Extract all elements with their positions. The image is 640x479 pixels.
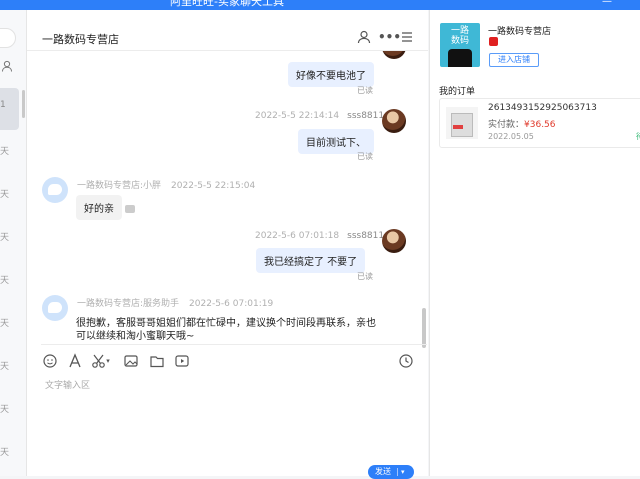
read-status: 已读 <box>357 152 373 161</box>
search-box[interactable] <box>0 28 16 48</box>
conversation-item[interactable]: 天 <box>0 230 9 243</box>
message-bubble: 我已经搞定了 不要了 <box>256 248 366 273</box>
order-status: 待 <box>636 131 640 142</box>
send-button-label: 发送 <box>375 467 391 476</box>
read-status: 已读 <box>357 86 373 95</box>
conversation-item-label: 1 <box>0 100 6 110</box>
chevron-down-icon[interactable]: ▾ <box>104 353 112 369</box>
window-titlebar: 阿里旺旺-买家聊天工具 — <box>0 0 640 10</box>
tmall-cat-icon <box>448 49 472 67</box>
shop-panel: 一路 数码 一路数码专营店 进入店铺 我的订单 26134931529250637… <box>429 10 640 476</box>
avatar <box>382 229 406 253</box>
order-card[interactable]: 2613493152925063713 实付款：¥36.56 2022.05.0… <box>439 98 640 148</box>
shop-name: 一路数码专营店 <box>488 27 552 37</box>
send-divider <box>397 468 398 476</box>
profile-icon[interactable] <box>357 30 371 44</box>
message-bubble: 很抱歉，客服哥哥姐姐们都在忙碌中，建议换个时间段再联系，亲也 可以继续和淘小蜜聊… <box>68 312 384 348</box>
order-date: 2022.05.05 <box>488 132 534 141</box>
read-status: 已读 <box>357 272 373 281</box>
conversation-item[interactable]: 天 <box>0 187 9 200</box>
message-time: 2022-5-6 07:01:19 <box>189 299 274 309</box>
conversation-item[interactable]: 天 <box>0 273 9 286</box>
message-input[interactable]: 文字输入区 <box>45 378 90 391</box>
paid-label: 实付款： <box>488 120 525 130</box>
message-sender: 一路数码专营店:小胖 <box>77 181 162 191</box>
paid-amount: ¥36.56 <box>524 120 556 130</box>
menu-icon[interactable] <box>400 30 414 44</box>
conversation-item[interactable]: 天 <box>0 402 9 415</box>
enter-shop-button[interactable]: 进入店铺 <box>489 53 539 67</box>
message-meta: 一路数码专营店:服务助手 2022-5-6 07:01:19 <box>77 296 273 309</box>
message-sender: 一路数码专营店:服务助手 <box>77 299 180 309</box>
message-time: 2022-5-6 07:01:18 <box>255 231 340 241</box>
window-title: 阿里旺旺-买家聊天工具 <box>170 0 284 8</box>
translate-icon[interactable] <box>125 205 135 213</box>
message-meta: 2022-5-5 22:14:14 sss8811 <box>255 111 384 121</box>
message-sender: sss8811 <box>347 231 385 241</box>
order-id: 2613493152925063713 <box>488 103 597 113</box>
conversation-item[interactable]: 天 <box>0 144 9 157</box>
message-meta: 一路数码专营店:小胖 2022-5-5 22:15:04 <box>77 178 255 191</box>
contacts-icon[interactable] <box>1 60 13 72</box>
shop-logo-text: 一路 数码 <box>450 26 469 46</box>
avatar <box>382 109 406 133</box>
conversation-item-selected[interactable]: 1 <box>0 88 19 130</box>
image-icon[interactable] <box>123 353 139 369</box>
orders-title: 我的订单 <box>439 87 476 97</box>
chat-title: 一路数码专营店 <box>42 33 119 46</box>
chevron-down-icon[interactable]: ▾ <box>401 465 405 479</box>
send-button[interactable]: 发送 ▾ <box>368 465 414 479</box>
chat-panel: 一路数码专营店 ••• 好像不要电池了 已读 2022-5-5 22:14:14… <box>27 10 428 479</box>
shop-logo[interactable]: 一路 数码 <box>440 23 480 67</box>
minimize-icon[interactable]: — <box>602 0 612 7</box>
message-bubble: 好的亲 <box>76 195 122 220</box>
folder-icon[interactable] <box>149 353 165 369</box>
conversation-rail: 1 天 天 天 天 天 天 天 天 <box>0 10 27 476</box>
avatar <box>42 177 68 203</box>
emoji-icon[interactable] <box>42 353 58 369</box>
more-icon[interactable]: ••• <box>378 30 401 44</box>
conversation-item[interactable]: 天 <box>0 445 9 458</box>
message-line: 可以继续和淘小蜜聊天哦~ <box>76 331 195 342</box>
avatar <box>42 295 68 321</box>
tmall-badge-icon <box>489 37 498 46</box>
toolbar-divider <box>41 344 427 345</box>
message-bubble: 好像不要电池了 <box>288 62 374 87</box>
chat-scrollbar[interactable] <box>422 308 426 348</box>
message-sender: sss8811 <box>347 111 385 121</box>
message-time: 2022-5-5 22:14:14 <box>255 111 340 121</box>
font-icon[interactable] <box>67 353 83 369</box>
message-time: 2022-5-5 22:15:04 <box>171 181 256 191</box>
avatar <box>382 51 406 59</box>
history-icon[interactable] <box>398 353 414 369</box>
conversation-item[interactable]: 天 <box>0 359 9 372</box>
order-paid: 实付款：¥36.56 <box>488 117 556 130</box>
video-icon[interactable] <box>174 353 190 369</box>
message-meta: 2022-5-6 07:01:18 sss8811 <box>255 231 384 241</box>
chat-header: 一路数码专营店 ••• <box>27 10 428 51</box>
conversation-item[interactable]: 天 <box>0 316 9 329</box>
input-toolbar: ▾ <box>27 353 428 371</box>
message-list: 好像不要电池了 已读 2022-5-5 22:14:14 sss8811 目前测试… <box>27 51 428 351</box>
rail-scrollbar[interactable] <box>22 90 25 118</box>
product-thumbnail[interactable] <box>446 107 478 139</box>
message-line: 很抱歉，客服哥哥姐姐们都在忙碌中，建议换个时间段再联系，亲也 <box>76 318 376 329</box>
